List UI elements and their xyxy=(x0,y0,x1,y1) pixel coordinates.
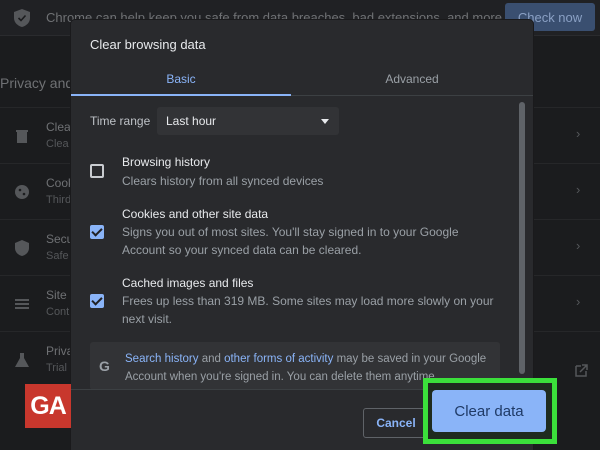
cached-images-checkbox[interactable] xyxy=(90,294,104,308)
trash-icon xyxy=(16,130,28,143)
flask-icon xyxy=(15,353,29,367)
dialog-tabs: Basic Advanced xyxy=(71,62,533,96)
dialog-scrollbar[interactable] xyxy=(519,102,525,374)
cookie-icon xyxy=(15,185,29,199)
option-cached-images[interactable]: Cached images and files Frees up less th… xyxy=(71,273,511,333)
time-range-label: Time range xyxy=(90,114,151,128)
settings-row-subtitle: Safe xyxy=(46,250,69,262)
settings-row-subtitle: Trial xyxy=(46,362,67,374)
option-description: Frees up less than 319 MB. Some sites ma… xyxy=(122,294,494,326)
settings-row-title: Secu xyxy=(46,232,74,246)
option-title: Cached images and files xyxy=(122,276,254,290)
option-description: Clears history from all synced devices xyxy=(122,174,324,188)
settings-row-title: Priva xyxy=(46,344,74,358)
tab-advanced[interactable]: Advanced xyxy=(291,62,533,96)
active-tab-indicator xyxy=(71,94,291,96)
chevron-right-icon: › xyxy=(576,238,581,253)
chevron-right-icon: › xyxy=(576,182,581,197)
cookies-checkbox[interactable] xyxy=(90,225,104,239)
chevron-right-icon: › xyxy=(576,294,581,309)
dialog-title: Clear browsing data xyxy=(90,37,206,52)
browsing-history-checkbox[interactable] xyxy=(90,164,104,178)
chevron-right-icon: › xyxy=(576,126,581,141)
sliders-icon xyxy=(15,299,29,309)
time-range-select[interactable]: Last hour xyxy=(157,107,339,135)
ga-logo: GA xyxy=(25,384,71,428)
option-cookies[interactable]: Cookies and other site data Signs you ou… xyxy=(71,204,511,264)
shield-icon xyxy=(15,240,29,256)
google-icon: G xyxy=(99,358,110,374)
caret-down-icon xyxy=(321,119,329,124)
settings-row-subtitle: Cont xyxy=(46,306,70,318)
option-title: Cookies and other site data xyxy=(122,207,269,221)
info-text-part: and xyxy=(198,353,225,365)
shield-icon xyxy=(14,9,30,27)
clear-data-button[interactable]: Clear data xyxy=(432,390,546,432)
cancel-button[interactable]: Cancel xyxy=(363,408,429,438)
option-browsing-history[interactable]: Browsing history Clears history from all… xyxy=(71,152,511,192)
option-title: Browsing history xyxy=(122,155,211,169)
time-range-value: Last hour xyxy=(166,114,217,128)
settings-row-title: Cook xyxy=(46,176,75,190)
settings-row-subtitle: Clea xyxy=(46,138,69,150)
option-description: Signs you out of most sites. You'll stay… xyxy=(122,225,459,257)
other-activity-link[interactable]: other forms of activity xyxy=(224,353,333,365)
settings-row-subtitle: Third xyxy=(46,194,72,206)
search-history-link[interactable]: Search history xyxy=(125,353,199,365)
tab-basic[interactable]: Basic xyxy=(71,62,291,96)
external-link-icon xyxy=(575,364,588,377)
